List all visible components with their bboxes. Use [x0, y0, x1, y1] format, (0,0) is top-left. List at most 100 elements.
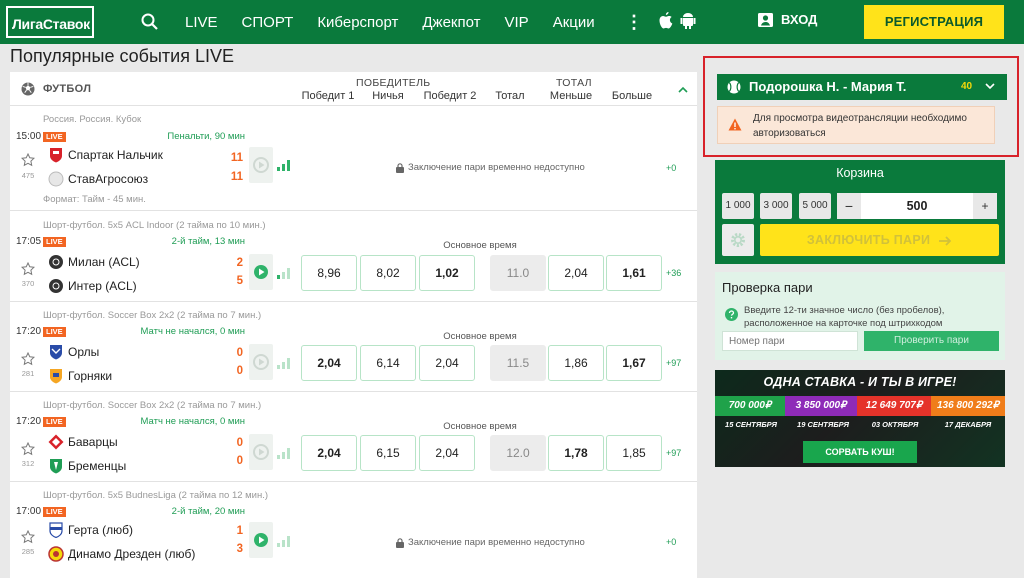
event-row[interactable]: Шорт-футбол. Soccer Box 2х2 (2 тайма по … [10, 303, 697, 392]
video-stream-icon[interactable] [249, 522, 273, 558]
live-events-panel: ФУТБОЛ ПОБЕДИТЕЛЬ ТОТАЛ Победит 1 Ничья … [10, 72, 697, 578]
favorite-star-icon[interactable] [21, 442, 35, 456]
live-badge: LIVE [43, 507, 66, 517]
favorite-star-icon[interactable] [21, 262, 35, 276]
team-crest-icon [50, 459, 62, 474]
sport-header[interactable]: ФУТБОЛ ПОБЕДИТЕЛЬ ТОТАЛ Победит 1 Ничья … [10, 72, 697, 106]
video-stream-icon[interactable] [249, 344, 273, 380]
team-crest-icon [48, 546, 64, 562]
nav-live[interactable]: LIVE [185, 14, 218, 31]
chevron-up-icon[interactable] [678, 86, 688, 93]
total-value: 12.0 [490, 435, 546, 471]
bet-check-hint: Введите 12-ти значное число (без пробело… [744, 305, 945, 329]
locked-label: Заключение пари временно недоступно [408, 537, 585, 548]
statistics-icon[interactable] [277, 447, 291, 459]
event-time: 15:00 [16, 131, 42, 142]
live-badge: LIVE [43, 417, 66, 427]
event-row[interactable]: Россия. Россия. Кубок 15:00 LIVE Пенальт… [10, 107, 697, 211]
locked-label: Заключение пари временно недоступно [408, 162, 585, 173]
markets-count: 281 [21, 369, 35, 378]
odd-over-button[interactable]: 1,67 [606, 345, 662, 381]
video-stream-icon[interactable] [249, 254, 273, 290]
favorite-star-icon[interactable] [21, 530, 35, 544]
nav-sport[interactable]: СПОРТ [242, 14, 294, 31]
quick-stake-3000-button[interactable]: 3 000 [760, 193, 792, 219]
score-away: 0 [236, 455, 243, 467]
odd-over-button[interactable]: 1,61 [606, 255, 662, 291]
page-title: Популярные события LIVE [10, 46, 234, 66]
chevron-down-icon[interactable] [985, 83, 995, 90]
odd-win2-button[interactable]: 1,02 [419, 255, 475, 291]
video-stream-icon[interactable] [249, 147, 273, 183]
place-bet-button[interactable]: ЗАКЛЮЧИТЬ ПАРИ [760, 224, 999, 256]
bet-slip: Корзина 1 000 3 000 5 000 − 500 + ЗАКЛЮЧ… [715, 160, 1005, 264]
odd-under-button[interactable]: 2,04 [548, 255, 604, 291]
period-label: Основное время [443, 331, 517, 342]
event-time: 17:20 [16, 416, 42, 427]
promo-banner[interactable]: ОДНА СТАВКА - И ТЫ В ИГРЕ! 700 000₽ 3 85… [715, 370, 1005, 467]
register-button[interactable]: РЕГИСТРАЦИЯ [864, 5, 1004, 39]
favorite-star-icon[interactable] [21, 153, 35, 167]
statistics-icon[interactable] [277, 267, 291, 279]
statistics-icon[interactable] [277, 535, 291, 547]
quick-stake-1000-button[interactable]: 1 000 [722, 193, 754, 219]
android-icon[interactable] [680, 12, 696, 30]
bet-settings-button[interactable] [722, 224, 754, 256]
more-markets-link[interactable]: +0 [666, 537, 676, 547]
score-away: 11 [230, 171, 243, 183]
search-icon[interactable] [141, 13, 159, 31]
stake-increase-button[interactable]: + [973, 193, 997, 219]
more-markets-link[interactable]: +36 [666, 268, 681, 278]
team-away: Горняки [68, 369, 113, 383]
odd-over-button[interactable]: 1,85 [606, 435, 662, 471]
place-bet-label: ЗАКЛЮЧИТЬ ПАРИ [806, 233, 931, 247]
nav-vip[interactable]: VIP [505, 14, 529, 31]
event-row[interactable]: Шорт-футбол. Soccer Box 2х2 (2 тайма по … [10, 393, 697, 482]
odd-win1-button[interactable]: 2,04 [301, 345, 357, 381]
odd-win1-button[interactable]: 8,96 [301, 255, 357, 291]
odd-under-button[interactable]: 1,78 [548, 435, 604, 471]
match-status: Пенальти, 90 мин [167, 131, 245, 142]
nav-promotions[interactable]: Акции [553, 14, 595, 31]
odd-draw-button[interactable]: 6,14 [360, 345, 416, 381]
odd-win2-button[interactable]: 2,04 [419, 435, 475, 471]
bet-check-title: Проверка пари [722, 280, 813, 295]
team-away: СтавАгросоюз [68, 172, 149, 186]
markets-count: 370 [21, 279, 35, 288]
team-home: Спартак Нальчик [68, 148, 163, 162]
period-label: Основное время [443, 421, 517, 432]
nav-esports[interactable]: Киберспорт [317, 14, 398, 31]
odd-draw-button[interactable]: 8,02 [360, 255, 416, 291]
team-crest-icon [48, 171, 64, 187]
statistics-icon[interactable] [277, 159, 291, 171]
nav-jackpot[interactable]: Джекпот [422, 14, 480, 31]
odd-draw-button[interactable]: 6,15 [360, 435, 416, 471]
more-menu-icon[interactable]: ⋮ [625, 13, 643, 31]
odd-win1-button[interactable]: 2,04 [301, 435, 357, 471]
event-row[interactable]: Шорт-футбол. 5х5 BudnesLiga (2 тайма по … [10, 483, 697, 578]
team-home: Баварцы [68, 435, 118, 449]
odd-under-button[interactable]: 1,86 [548, 345, 604, 381]
statistics-icon[interactable] [277, 357, 291, 369]
markets-count: 312 [21, 459, 35, 468]
stake-decrease-button[interactable]: − [837, 193, 861, 219]
odd-win2-button[interactable]: 2,04 [419, 345, 475, 381]
video-stream-icon[interactable] [249, 434, 273, 470]
bet-number-input[interactable] [722, 331, 858, 351]
event-row[interactable]: Шорт-футбол. 5х5 ACL Indoor (2 тайма по … [10, 212, 697, 302]
quick-stake-5000-button[interactable]: 5 000 [799, 193, 831, 219]
score-home: 0 [236, 347, 243, 359]
video-match-header[interactable]: Подорошка Н. - Мария Т. 40 [717, 74, 1007, 100]
stake-amount-input[interactable]: 500 [861, 193, 973, 219]
more-markets-link[interactable]: +0 [666, 163, 676, 173]
logo[interactable]: ЛигаСтавок [6, 6, 94, 38]
more-markets-link[interactable]: +97 [666, 358, 681, 368]
apple-icon[interactable] [658, 12, 674, 30]
favorite-star-icon[interactable] [21, 352, 35, 366]
score-away: 5 [236, 275, 243, 287]
login-button[interactable]: ВХОД [758, 12, 817, 27]
more-markets-link[interactable]: +97 [666, 448, 681, 458]
prize-amount: 3 850 000₽ [785, 396, 857, 416]
promo-cta-button[interactable]: СОРВАТЬ КУШ! [803, 441, 917, 463]
check-bet-button[interactable]: Проверить пари [864, 331, 999, 351]
